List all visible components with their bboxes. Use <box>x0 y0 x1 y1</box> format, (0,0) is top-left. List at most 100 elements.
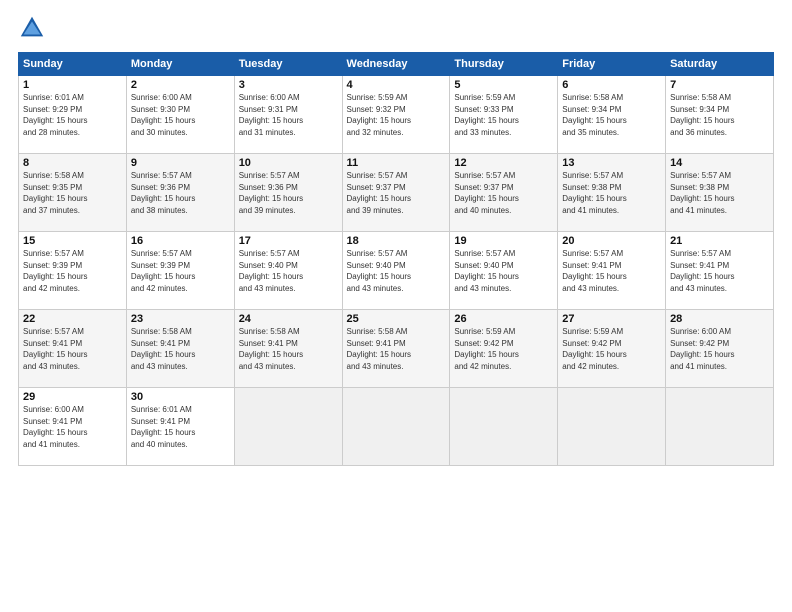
day-number: 5 <box>454 79 553 91</box>
week-row-5: 29 Sunrise: 6:00 AM Sunset: 9:41 PM Dayli… <box>19 388 774 466</box>
day-info: Sunrise: 5:59 AM Sunset: 9:42 PM Dayligh… <box>562 327 626 371</box>
day-info: Sunrise: 5:57 AM Sunset: 9:37 PM Dayligh… <box>347 171 411 215</box>
day-number: 6 <box>562 79 661 91</box>
day-number: 8 <box>23 157 122 169</box>
day-cell: 13 Sunrise: 5:57 AM Sunset: 9:38 PM Dayli… <box>558 154 666 232</box>
day-number: 7 <box>670 79 769 91</box>
day-cell: 14 Sunrise: 5:57 AM Sunset: 9:38 PM Dayli… <box>666 154 774 232</box>
day-info: Sunrise: 5:57 AM Sunset: 9:40 PM Dayligh… <box>239 249 303 293</box>
day-cell: 29 Sunrise: 6:00 AM Sunset: 9:41 PM Dayli… <box>19 388 127 466</box>
day-number: 20 <box>562 235 661 247</box>
day-cell: 16 Sunrise: 5:57 AM Sunset: 9:39 PM Dayli… <box>126 232 234 310</box>
week-row-4: 22 Sunrise: 5:57 AM Sunset: 9:41 PM Dayli… <box>19 310 774 388</box>
day-info: Sunrise: 5:57 AM Sunset: 9:41 PM Dayligh… <box>23 327 87 371</box>
day-cell: 1 Sunrise: 6:01 AM Sunset: 9:29 PM Daylig… <box>19 76 127 154</box>
day-info: Sunrise: 5:57 AM Sunset: 9:37 PM Dayligh… <box>454 171 518 215</box>
day-number: 2 <box>131 79 230 91</box>
day-cell: 18 Sunrise: 5:57 AM Sunset: 9:40 PM Dayli… <box>342 232 450 310</box>
col-header-tuesday: Tuesday <box>234 53 342 76</box>
day-cell <box>558 388 666 466</box>
day-cell: 27Sunrise: 5:59 AM Sunset: 9:42 PM Dayli… <box>558 310 666 388</box>
day-info: Sunrise: 5:58 AM Sunset: 9:41 PM Dayligh… <box>347 327 411 371</box>
day-number: 1 <box>23 79 122 91</box>
col-header-monday: Monday <box>126 53 234 76</box>
day-info: Sunrise: 6:00 AM Sunset: 9:41 PM Dayligh… <box>23 405 87 449</box>
day-info: Sunrise: 5:59 AM Sunset: 9:33 PM Dayligh… <box>454 93 518 137</box>
logo-icon <box>18 14 46 42</box>
day-info: Sunrise: 5:58 AM Sunset: 9:41 PM Dayligh… <box>131 327 195 371</box>
day-cell: 22 Sunrise: 5:57 AM Sunset: 9:41 PM Dayli… <box>19 310 127 388</box>
day-number: 24 <box>239 313 338 325</box>
day-cell: 8 Sunrise: 5:58 AM Sunset: 9:35 PM Daylig… <box>19 154 127 232</box>
logo <box>18 18 50 42</box>
day-number: 16 <box>131 235 230 247</box>
day-cell: 21Sunrise: 5:57 AM Sunset: 9:41 PM Dayli… <box>666 232 774 310</box>
day-info: Sunrise: 5:57 AM Sunset: 9:36 PM Dayligh… <box>239 171 303 215</box>
col-header-wednesday: Wednesday <box>342 53 450 76</box>
day-cell <box>234 388 342 466</box>
day-number: 25 <box>347 313 446 325</box>
day-number: 29 <box>23 391 122 403</box>
day-info: Sunrise: 6:00 AM Sunset: 9:30 PM Dayligh… <box>131 93 195 137</box>
day-number: 4 <box>347 79 446 91</box>
day-info: Sunrise: 5:57 AM Sunset: 9:41 PM Dayligh… <box>562 249 626 293</box>
day-info: Sunrise: 6:01 AM Sunset: 9:29 PM Dayligh… <box>23 93 87 137</box>
day-cell: 20 Sunrise: 5:57 AM Sunset: 9:41 PM Dayli… <box>558 232 666 310</box>
col-header-friday: Friday <box>558 53 666 76</box>
day-info: Sunrise: 5:57 AM Sunset: 9:40 PM Dayligh… <box>454 249 518 293</box>
day-number: 22 <box>23 313 122 325</box>
day-cell: 24 Sunrise: 5:58 AM Sunset: 9:41 PM Dayli… <box>234 310 342 388</box>
day-number: 23 <box>131 313 230 325</box>
day-cell <box>666 388 774 466</box>
day-info: Sunrise: 5:57 AM Sunset: 9:38 PM Dayligh… <box>670 171 734 215</box>
week-row-1: 1 Sunrise: 6:01 AM Sunset: 9:29 PM Daylig… <box>19 76 774 154</box>
day-info: Sunrise: 5:57 AM Sunset: 9:39 PM Dayligh… <box>23 249 87 293</box>
day-number: 28 <box>670 313 769 325</box>
day-number: 10 <box>239 157 338 169</box>
header <box>18 18 774 42</box>
day-number: 11 <box>347 157 446 169</box>
day-number: 9 <box>131 157 230 169</box>
day-info: Sunrise: 6:01 AM Sunset: 9:41 PM Dayligh… <box>131 405 195 449</box>
day-info: Sunrise: 5:57 AM Sunset: 9:40 PM Dayligh… <box>347 249 411 293</box>
day-number: 14 <box>670 157 769 169</box>
day-cell: 5 Sunrise: 5:59 AM Sunset: 9:33 PM Daylig… <box>450 76 558 154</box>
day-cell: 11 Sunrise: 5:57 AM Sunset: 9:37 PM Dayli… <box>342 154 450 232</box>
day-number: 26 <box>454 313 553 325</box>
week-row-2: 8 Sunrise: 5:58 AM Sunset: 9:35 PM Daylig… <box>19 154 774 232</box>
day-cell: 30Sunrise: 6:01 AM Sunset: 9:41 PM Dayli… <box>126 388 234 466</box>
day-info: Sunrise: 5:57 AM Sunset: 9:38 PM Dayligh… <box>562 171 626 215</box>
week-row-3: 15 Sunrise: 5:57 AM Sunset: 9:39 PM Dayli… <box>19 232 774 310</box>
day-number: 3 <box>239 79 338 91</box>
col-header-sunday: Sunday <box>19 53 127 76</box>
day-number: 12 <box>454 157 553 169</box>
day-cell: 9Sunrise: 5:57 AM Sunset: 9:36 PM Daylig… <box>126 154 234 232</box>
day-number: 13 <box>562 157 661 169</box>
day-cell: 17 Sunrise: 5:57 AM Sunset: 9:40 PM Dayli… <box>234 232 342 310</box>
day-info: Sunrise: 5:58 AM Sunset: 9:41 PM Dayligh… <box>239 327 303 371</box>
day-info: Sunrise: 5:57 AM Sunset: 9:39 PM Dayligh… <box>131 249 195 293</box>
day-cell: 28 Sunrise: 6:00 AM Sunset: 9:42 PM Dayli… <box>666 310 774 388</box>
day-number: 19 <box>454 235 553 247</box>
day-cell: 4 Sunrise: 5:59 AM Sunset: 9:32 PM Daylig… <box>342 76 450 154</box>
day-cell: 19 Sunrise: 5:57 AM Sunset: 9:40 PM Dayli… <box>450 232 558 310</box>
day-cell: 6 Sunrise: 5:58 AM Sunset: 9:34 PM Daylig… <box>558 76 666 154</box>
day-cell: 23 Sunrise: 5:58 AM Sunset: 9:41 PM Dayli… <box>126 310 234 388</box>
day-number: 15 <box>23 235 122 247</box>
day-info: Sunrise: 5:58 AM Sunset: 9:34 PM Dayligh… <box>670 93 734 137</box>
day-number: 17 <box>239 235 338 247</box>
day-info: Sunrise: 5:59 AM Sunset: 9:42 PM Dayligh… <box>454 327 518 371</box>
day-number: 18 <box>347 235 446 247</box>
col-header-saturday: Saturday <box>666 53 774 76</box>
day-info: Sunrise: 5:58 AM Sunset: 9:34 PM Dayligh… <box>562 93 626 137</box>
day-number: 21 <box>670 235 769 247</box>
calendar-page: SundayMondayTuesdayWednesdayThursdayFrid… <box>0 0 792 612</box>
day-cell: 2 Sunrise: 6:00 AM Sunset: 9:30 PM Daylig… <box>126 76 234 154</box>
day-cell: 10 Sunrise: 5:57 AM Sunset: 9:36 PM Dayli… <box>234 154 342 232</box>
day-info: Sunrise: 6:00 AM Sunset: 9:31 PM Dayligh… <box>239 93 303 137</box>
day-info: Sunrise: 6:00 AM Sunset: 9:42 PM Dayligh… <box>670 327 734 371</box>
calendar-table: SundayMondayTuesdayWednesdayThursdayFrid… <box>18 52 774 466</box>
day-info: Sunrise: 5:59 AM Sunset: 9:32 PM Dayligh… <box>347 93 411 137</box>
day-info: Sunrise: 5:58 AM Sunset: 9:35 PM Dayligh… <box>23 171 87 215</box>
day-cell: 7 Sunrise: 5:58 AM Sunset: 9:34 PM Daylig… <box>666 76 774 154</box>
